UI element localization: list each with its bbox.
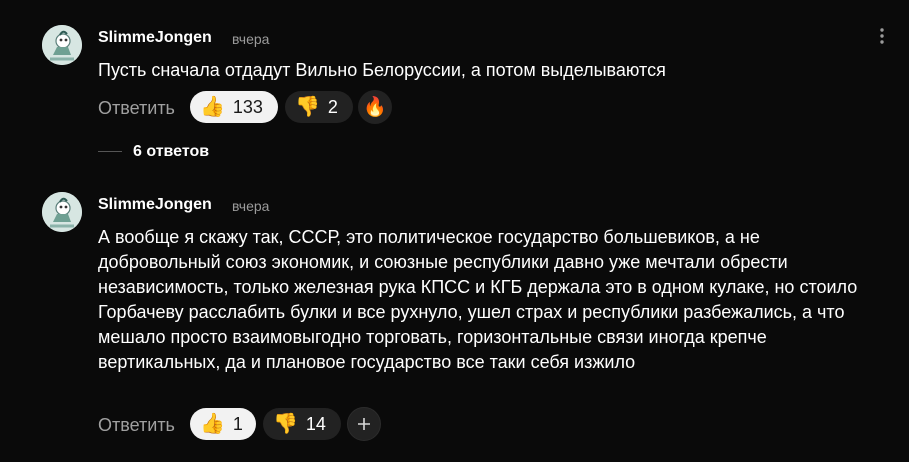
username[interactable]: SlimmeJongen <box>98 196 212 214</box>
thumbs-up-icon: 👍 <box>200 413 225 435</box>
like-button[interactable]: 👍 1 <box>190 408 256 440</box>
timestamp: вчера <box>232 198 270 214</box>
reply-button[interactable]: Ответить <box>98 415 175 436</box>
thumbs-down-icon: 👎 <box>273 413 298 435</box>
like-count: 1 <box>232 413 243 434</box>
comment-text: А вообще я скажу так, СССР, это политиче… <box>98 227 858 372</box>
dislike-button[interactable]: 👎 14 <box>263 408 341 440</box>
avatar[interactable] <box>42 192 82 232</box>
add-reaction-plus-icon[interactable] <box>347 407 381 441</box>
comment-2: SlimmeJongen вчера А вообще я скажу так,… <box>0 0 909 462</box>
plus-icon <box>358 418 370 430</box>
avatar-image <box>42 192 82 232</box>
dislike-count: 14 <box>305 413 326 434</box>
